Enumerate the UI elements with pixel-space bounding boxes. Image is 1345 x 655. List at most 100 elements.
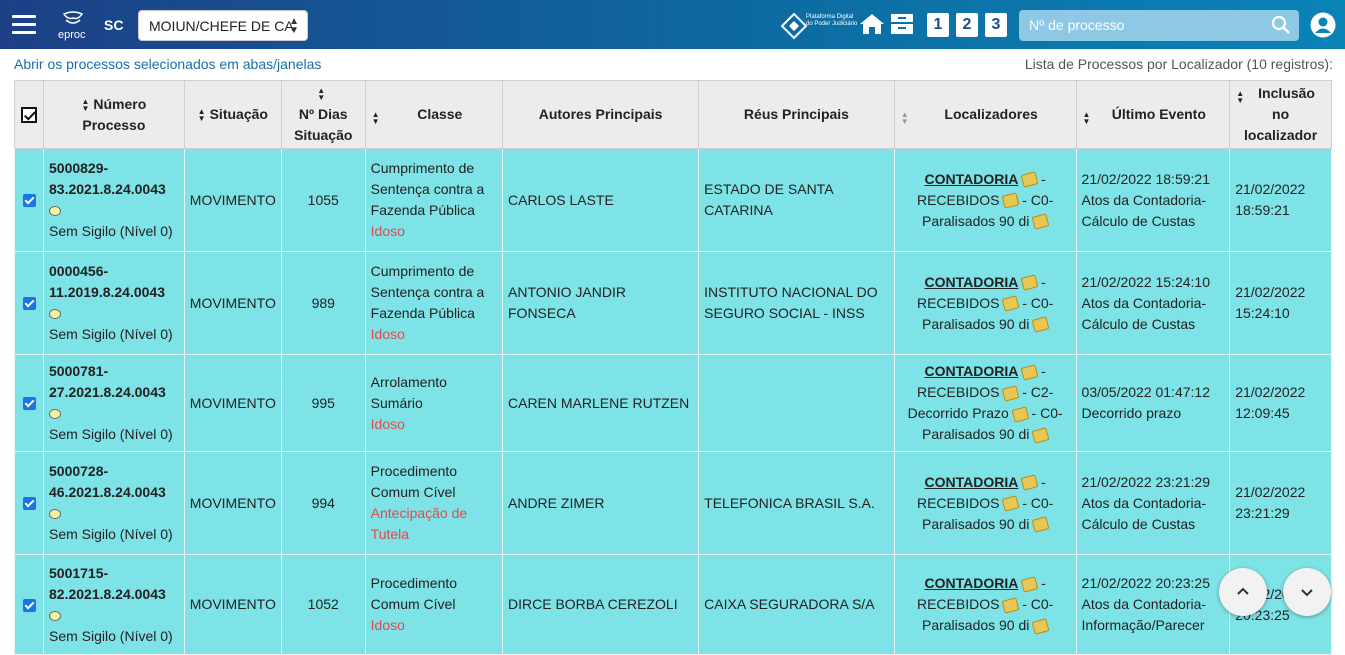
row-checkbox[interactable]: [22, 497, 36, 511]
edit-icon[interactable]: [1020, 474, 1039, 492]
classe-text: Comum Cível: [370, 484, 456, 500]
quick-access-2-button[interactable]: 2: [956, 13, 978, 37]
header-inclusao[interactable]: ▲ ▼ Inclusão no localizador: [1229, 80, 1332, 149]
reu-cell: [698, 354, 895, 452]
row-select-cell: [14, 148, 44, 252]
localizador-link[interactable]: CONTADORIA: [924, 575, 1018, 591]
header-reus: Réus Principais: [698, 80, 895, 149]
chevron-down-icon: [1301, 589, 1313, 597]
localizador-link[interactable]: CONTADORIA: [924, 171, 1018, 187]
row-select-cell: [14, 451, 44, 555]
header-numero[interactable]: ▲ ▼ Número Processo: [43, 80, 185, 149]
row-select-cell: [14, 354, 44, 452]
search-placeholder: Nº de processo: [1029, 17, 1125, 33]
top-bar: eproc SC MOIUN/CHEFE DE CA ▲ ▼ Plataforma…: [0, 0, 1345, 49]
classe-cell: Procedimento Comum Cível Antecipação de Tut…: [364, 451, 504, 555]
dias-cell: 995: [280, 354, 366, 452]
dias-cell: 1055: [280, 148, 366, 252]
header-ultimo-evento[interactable]: ▲ ▼ Último Evento: [1075, 80, 1231, 149]
classe-cell: Cumprimento de Sentença contra a Fazenda P…: [364, 251, 504, 355]
edit-icon[interactable]: [1031, 316, 1050, 334]
comment-icon[interactable]: [49, 309, 61, 320]
numero-cell: 5000829- 83.2021.8.24.0043 Sem Sigilo (Nív…: [43, 148, 185, 252]
classe-tag: Antecipação de: [370, 505, 468, 521]
sigilo-text: Sem Sigilo (Nível 0): [49, 326, 173, 342]
comment-icon[interactable]: [49, 206, 61, 217]
localizador-link[interactable]: CONTADORIA: [924, 474, 1018, 490]
select-arrows-icon: ▲ ▼: [289, 16, 299, 36]
situacao-cell: MOVIMENTO: [183, 451, 282, 555]
classe-text: Fazenda Pública: [370, 202, 475, 218]
edit-icon[interactable]: [1031, 618, 1050, 635]
numero-cell: 5001715- 82.2021.8.24.0043 Sem Sigilo (Nív…: [43, 554, 185, 655]
ultimo-evento-cell: 21/02/2022 23:21:29 Atos da Contadoria- Cá…: [1075, 451, 1231, 555]
sigilo-text: Sem Sigilo (Nível 0): [49, 526, 173, 542]
row-checkbox[interactable]: [22, 397, 36, 411]
edit-icon[interactable]: [1020, 364, 1039, 381]
edit-icon[interactable]: [1020, 171, 1039, 189]
quick-access-3-button[interactable]: 3: [985, 13, 1007, 37]
header-dias[interactable]: ▲ ▼Nº Dias Situação: [280, 80, 366, 149]
edit-icon[interactable]: [1020, 274, 1039, 292]
row-checkbox[interactable]: [22, 194, 36, 208]
process-number-link[interactable]: 0000456- 11.2019.8.24.0043: [49, 263, 165, 300]
row-checkbox[interactable]: [22, 598, 36, 612]
edit-icon[interactable]: [1031, 213, 1050, 231]
process-number-link[interactable]: 5000728- 46.2021.8.24.0043: [49, 463, 166, 500]
localizador-link[interactable]: CONTADORIA: [924, 363, 1018, 379]
process-number-link[interactable]: 5000829- 83.2021.8.24.0043: [49, 160, 166, 197]
comment-icon[interactable]: [49, 509, 61, 520]
table-row[interactable]: 5000728- 46.2021.8.24.0043 Sem Sigilo (Nív…: [14, 451, 1332, 555]
classe-tag: Idoso: [370, 223, 405, 239]
home-icon[interactable]: [859, 13, 885, 35]
table-row[interactable]: 5000829- 83.2021.8.24.0043 Sem Sigilo (Nív…: [14, 148, 1332, 252]
inclusao-cell: 21/02/2022 23:21:29: [1229, 451, 1332, 555]
ultimo-evento-cell: 21/02/2022 15:24:10 Atos da Contadoria- Cá…: [1075, 251, 1231, 355]
locator-select-value: MOIUN/CHEFE DE CA: [149, 18, 294, 34]
scroll-down-button[interactable]: [1283, 568, 1331, 616]
inclusao-cell: 21/02/2022 12:09:45: [1229, 354, 1332, 452]
process-number-link[interactable]: 5000781- 27.2021.8.24.0043: [49, 363, 166, 400]
chevron-up-icon: [1237, 587, 1249, 595]
header-localizadores[interactable]: ▲ ▼ Localizadores: [893, 80, 1077, 149]
numero-cell: 5000728- 46.2021.8.24.0043 Sem Sigilo (Nív…: [43, 451, 185, 555]
table-row[interactable]: 0000456- 11.2019.8.24.0043 Sem Sigilo (Nív…: [14, 251, 1332, 355]
edit-icon[interactable]: [1031, 516, 1050, 534]
inclusao-cell: 21/02/2022 18:59:21: [1229, 148, 1332, 252]
scroll-up-button[interactable]: [1219, 568, 1267, 616]
classe-cell: Cumprimento de Sentença contra a Fazenda P…: [364, 148, 504, 252]
open-selected-link[interactable]: Abrir os processos selecionados em abas/…: [14, 56, 321, 72]
user-icon[interactable]: [1310, 12, 1336, 38]
comment-icon[interactable]: [49, 409, 61, 420]
edit-icon[interactable]: [1011, 406, 1030, 423]
table-row[interactable]: 5001715- 82.2021.8.24.0043 Sem Sigilo (Nív…: [14, 554, 1332, 655]
process-search-input[interactable]: Nº de processo: [1019, 10, 1299, 41]
process-number-link[interactable]: 5001715- 82.2021.8.24.0043: [49, 565, 166, 602]
sort-icon: ▲ ▼: [1236, 89, 1245, 105]
table-row[interactable]: 5000781- 27.2021.8.24.0043 Sem Sigilo (Nív…: [14, 354, 1332, 452]
classe-tag: Tutela: [370, 526, 410, 542]
edit-icon[interactable]: [1020, 576, 1039, 593]
classe-tag: Idoso: [370, 326, 405, 342]
quick-access-1-button[interactable]: 1: [927, 13, 949, 37]
comment-icon[interactable]: [49, 610, 61, 621]
edit-icon[interactable]: [1031, 427, 1050, 444]
header-situacao[interactable]: ▲ ▼ Situação: [183, 80, 282, 149]
classe-text: Procedimento: [370, 575, 458, 591]
reu-cell: INSTITUTO NACIONAL DO SEGURO SOCIAL - IN…: [698, 251, 895, 355]
inbox-icon[interactable]: [889, 12, 915, 36]
row-checkbox[interactable]: [22, 297, 36, 311]
reu-cell: ESTADO DE SANTA CATARINA: [698, 148, 895, 252]
localizadores-cell: CONTADORIA - RECEBIDOS - C0- Paralisados 9…: [893, 251, 1077, 355]
locator-select[interactable]: MOIUN/CHEFE DE CA ▲ ▼: [138, 10, 308, 41]
menu-icon[interactable]: [12, 15, 36, 35]
classe-text: Arrolamento: [370, 373, 447, 390]
select-all-checkbox[interactable]: [21, 107, 37, 124]
header-classe[interactable]: ▲ ▼ Classe: [364, 80, 504, 149]
classe-text: Comum Cível: [370, 596, 456, 612]
sort-icon: ▲ ▼: [317, 86, 326, 103]
search-icon[interactable]: [1271, 15, 1291, 35]
localizador-link[interactable]: CONTADORIA: [924, 274, 1018, 290]
localizadores-cell: CONTADORIA - RECEBIDOS - C0- Paralisados 9…: [893, 554, 1077, 655]
autor-cell: ANDRE ZIMER: [501, 451, 700, 555]
